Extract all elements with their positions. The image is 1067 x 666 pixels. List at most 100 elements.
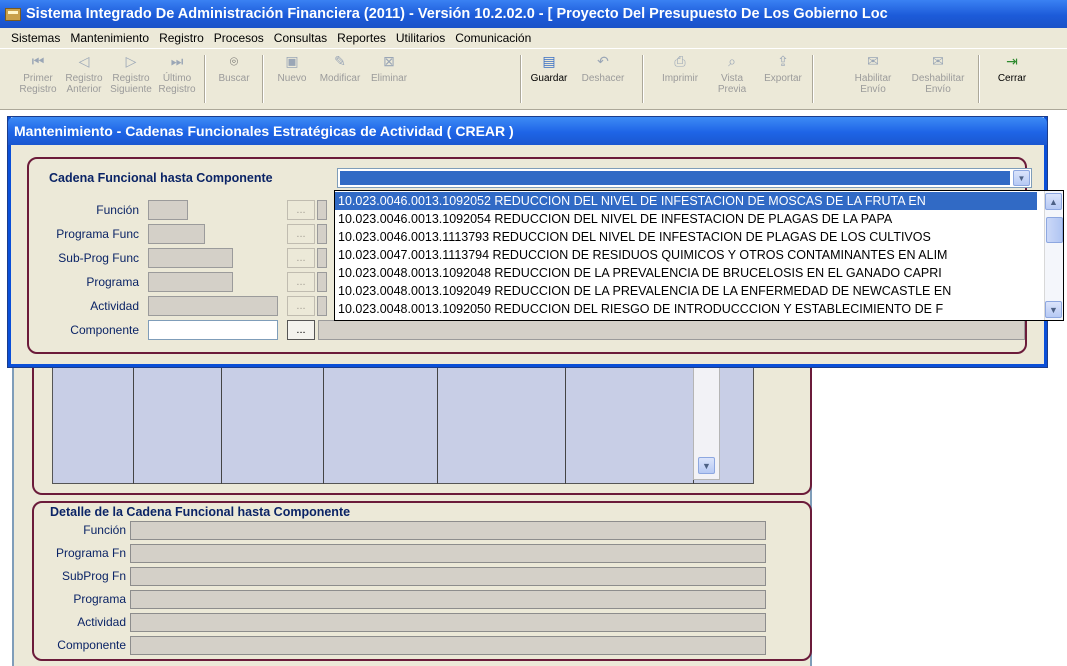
actividad-label: Actividad (90, 299, 139, 313)
primer-registro-button[interactable]: ⏮ Primer Registro (18, 53, 58, 105)
ultimo-registro-button[interactable]: ⏭ Último Registro (155, 53, 199, 105)
habilitar-envio-button[interactable]: ✉ Habilitar Envío (850, 53, 896, 105)
funcion-lookup-button[interactable]: ... (287, 200, 315, 220)
eliminar-button[interactable]: ⊠ Eliminar (366, 53, 412, 105)
toolbar-separator (204, 55, 206, 103)
funcion-label: Función (96, 203, 139, 217)
window-title: Sistema Integrado De Administración Fina… (26, 6, 888, 22)
dropdown-item[interactable]: 10.023.0046.0013.1092052 REDUCCION DEL N… (335, 192, 1037, 210)
detail-title: Detalle de la Cadena Funcional hasta Com… (50, 505, 351, 519)
deshabilitar-envio-button[interactable]: ✉ Deshabilitar Envío (903, 53, 973, 105)
grid-frame: ▼ (32, 365, 812, 495)
next-record-icon: ▷ (125, 53, 137, 69)
deshabilitar-label-2: Envío (925, 84, 951, 95)
cerrar-button[interactable]: ⇥ Cerrar (990, 53, 1034, 105)
guardar-button[interactable]: ▤ Guardar (524, 53, 574, 105)
dropdown-item[interactable]: 10.023.0046.0013.1113793 REDUCCION DEL N… (335, 228, 1037, 246)
deshacer-button[interactable]: ↶ Deshacer (576, 53, 630, 105)
chevron-down-icon[interactable]: ▼ (698, 457, 715, 474)
grid-column (133, 365, 134, 484)
detail-label-programa: Programa (73, 592, 126, 606)
menu-procesos[interactable]: Procesos (209, 31, 269, 45)
dropdown-item[interactable]: 10.023.0046.0013.1092054 REDUCCION DEL N… (335, 210, 1037, 228)
programa-label: Programa (86, 275, 139, 289)
siguiente-label-1: Registro (112, 73, 150, 84)
menu-sistemas[interactable]: Sistemas (6, 31, 65, 45)
detail-frame: Detalle de la Cadena Funcional hasta Com… (32, 501, 812, 661)
data-grid[interactable]: ▼ (52, 365, 754, 484)
detail-field-componente (130, 636, 766, 655)
export-icon: ⇪ (777, 53, 789, 69)
componente-field[interactable] (148, 320, 278, 340)
habilitar-label-2: Envío (860, 84, 886, 95)
detail-field-funcion (130, 521, 766, 540)
menu-utilitarios[interactable]: Utilitarios (391, 31, 450, 45)
toolbar: ⏮ Primer Registro ◁ Registro Anterior ▷ … (0, 48, 1067, 110)
menu-reportes[interactable]: Reportes (332, 31, 391, 45)
detail-label-funcion: Función (83, 523, 126, 537)
imprimir-label: Imprimir (661, 73, 699, 84)
chevron-down-icon[interactable]: ▼ (1045, 301, 1062, 318)
subprog-func-lookup-button[interactable]: ... (287, 248, 315, 268)
deshacer-label: Deshacer (581, 73, 625, 84)
envelope-disabled-icon: ✉ (932, 53, 944, 69)
ultimo-label-2: Registro (158, 84, 196, 95)
programa-func-label: Programa Func (56, 227, 139, 241)
actividad-desc-field (317, 296, 327, 316)
registro-siguiente-button[interactable]: ▷ Registro Siguiente (108, 53, 154, 105)
menu-mantenimiento[interactable]: Mantenimiento (65, 31, 154, 45)
exit-door-icon: ⇥ (1006, 53, 1018, 69)
dropdown-item[interactable]: 10.023.0048.0013.1092050 REDUCCION DEL R… (335, 300, 1037, 318)
cadena-dropdown-list[interactable]: 10.023.0046.0013.1092052 REDUCCION DEL N… (334, 190, 1064, 321)
menubar: Sistemas Mantenimiento Registro Procesos… (0, 28, 1067, 48)
undo-icon: ↶ (597, 53, 609, 69)
dropdown-item[interactable]: 10.023.0048.0013.1092048 REDUCCION DE LA… (335, 264, 1037, 282)
new-document-icon: ▣ (285, 53, 299, 69)
exportar-button[interactable]: ⇪ Exportar (758, 53, 808, 105)
nuevo-button[interactable]: ▣ Nuevo (272, 53, 312, 105)
underlying-form: ▼ Detalle de la Cadena Funcional hasta C… (12, 365, 812, 666)
buscar-button[interactable]: ⌾ Buscar (211, 53, 257, 105)
printer-icon: ⎙ (674, 53, 686, 69)
modificar-button[interactable]: ✎ Modificar (312, 53, 368, 105)
delete-icon: ⊠ (383, 53, 395, 69)
grid-scrollbar[interactable]: ▼ (693, 365, 720, 480)
menu-consultas[interactable]: Consultas (269, 31, 332, 45)
dialog-title: Mantenimiento - Cadenas Funcionales Estr… (8, 117, 1047, 145)
preview-icon: ⌕ (728, 53, 736, 69)
buscar-label: Buscar (218, 73, 250, 84)
detail-field-subprog-fn (130, 567, 766, 586)
componente-label: Componente (70, 323, 139, 337)
dropdown-item[interactable]: 10.023.0047.0013.1113794 REDUCCION DE RE… (335, 246, 1037, 264)
scroll-thumb[interactable] (1046, 217, 1063, 243)
menu-comunicacion[interactable]: Comunicación (450, 31, 536, 45)
actividad-lookup-button[interactable]: ... (287, 296, 315, 316)
toolbar-separator (262, 55, 264, 103)
guardar-label: Guardar (530, 73, 568, 84)
detail-label-programa-fn: Programa Fn (55, 546, 126, 560)
menu-registro[interactable]: Registro (154, 31, 209, 45)
detail-label-actividad: Actividad (77, 615, 126, 629)
programa-lookup-button[interactable]: ... (287, 272, 315, 292)
chevron-up-icon[interactable]: ▲ (1045, 193, 1062, 210)
detail-field-actividad (130, 613, 766, 632)
subprog-func-label: Sub-Prog Func (58, 251, 139, 265)
dropdown-item[interactable]: 10.023.0048.0013.1092049 REDUCCION DE LA… (335, 282, 1037, 300)
componente-lookup-button[interactable]: ... (287, 320, 315, 340)
ultimo-label-1: Último (162, 73, 192, 84)
chevron-down-icon[interactable]: ▼ (1013, 170, 1030, 186)
habilitar-label-1: Habilitar (854, 73, 892, 84)
vista-label-2: Previa (717, 84, 747, 95)
programa-func-lookup-button[interactable]: ... (287, 224, 315, 244)
cadena-label: Cadena Funcional hasta Componente (49, 171, 273, 185)
dropdown-scrollbar[interactable]: ▲ ▼ (1044, 191, 1063, 320)
vista-previa-button[interactable]: ⌕ Vista Previa (712, 53, 752, 105)
toolbar-separator (520, 55, 522, 103)
imprimir-button[interactable]: ⎙ Imprimir (655, 53, 705, 105)
cadena-combobox[interactable]: ▼ (337, 168, 1032, 188)
main-window-titlebar: Sistema Integrado De Administración Fina… (0, 0, 1067, 28)
grid-column (323, 365, 324, 484)
vista-label-1: Vista (720, 73, 744, 84)
subprog-func-desc-field (317, 248, 327, 268)
registro-anterior-button[interactable]: ◁ Registro Anterior (63, 53, 105, 105)
